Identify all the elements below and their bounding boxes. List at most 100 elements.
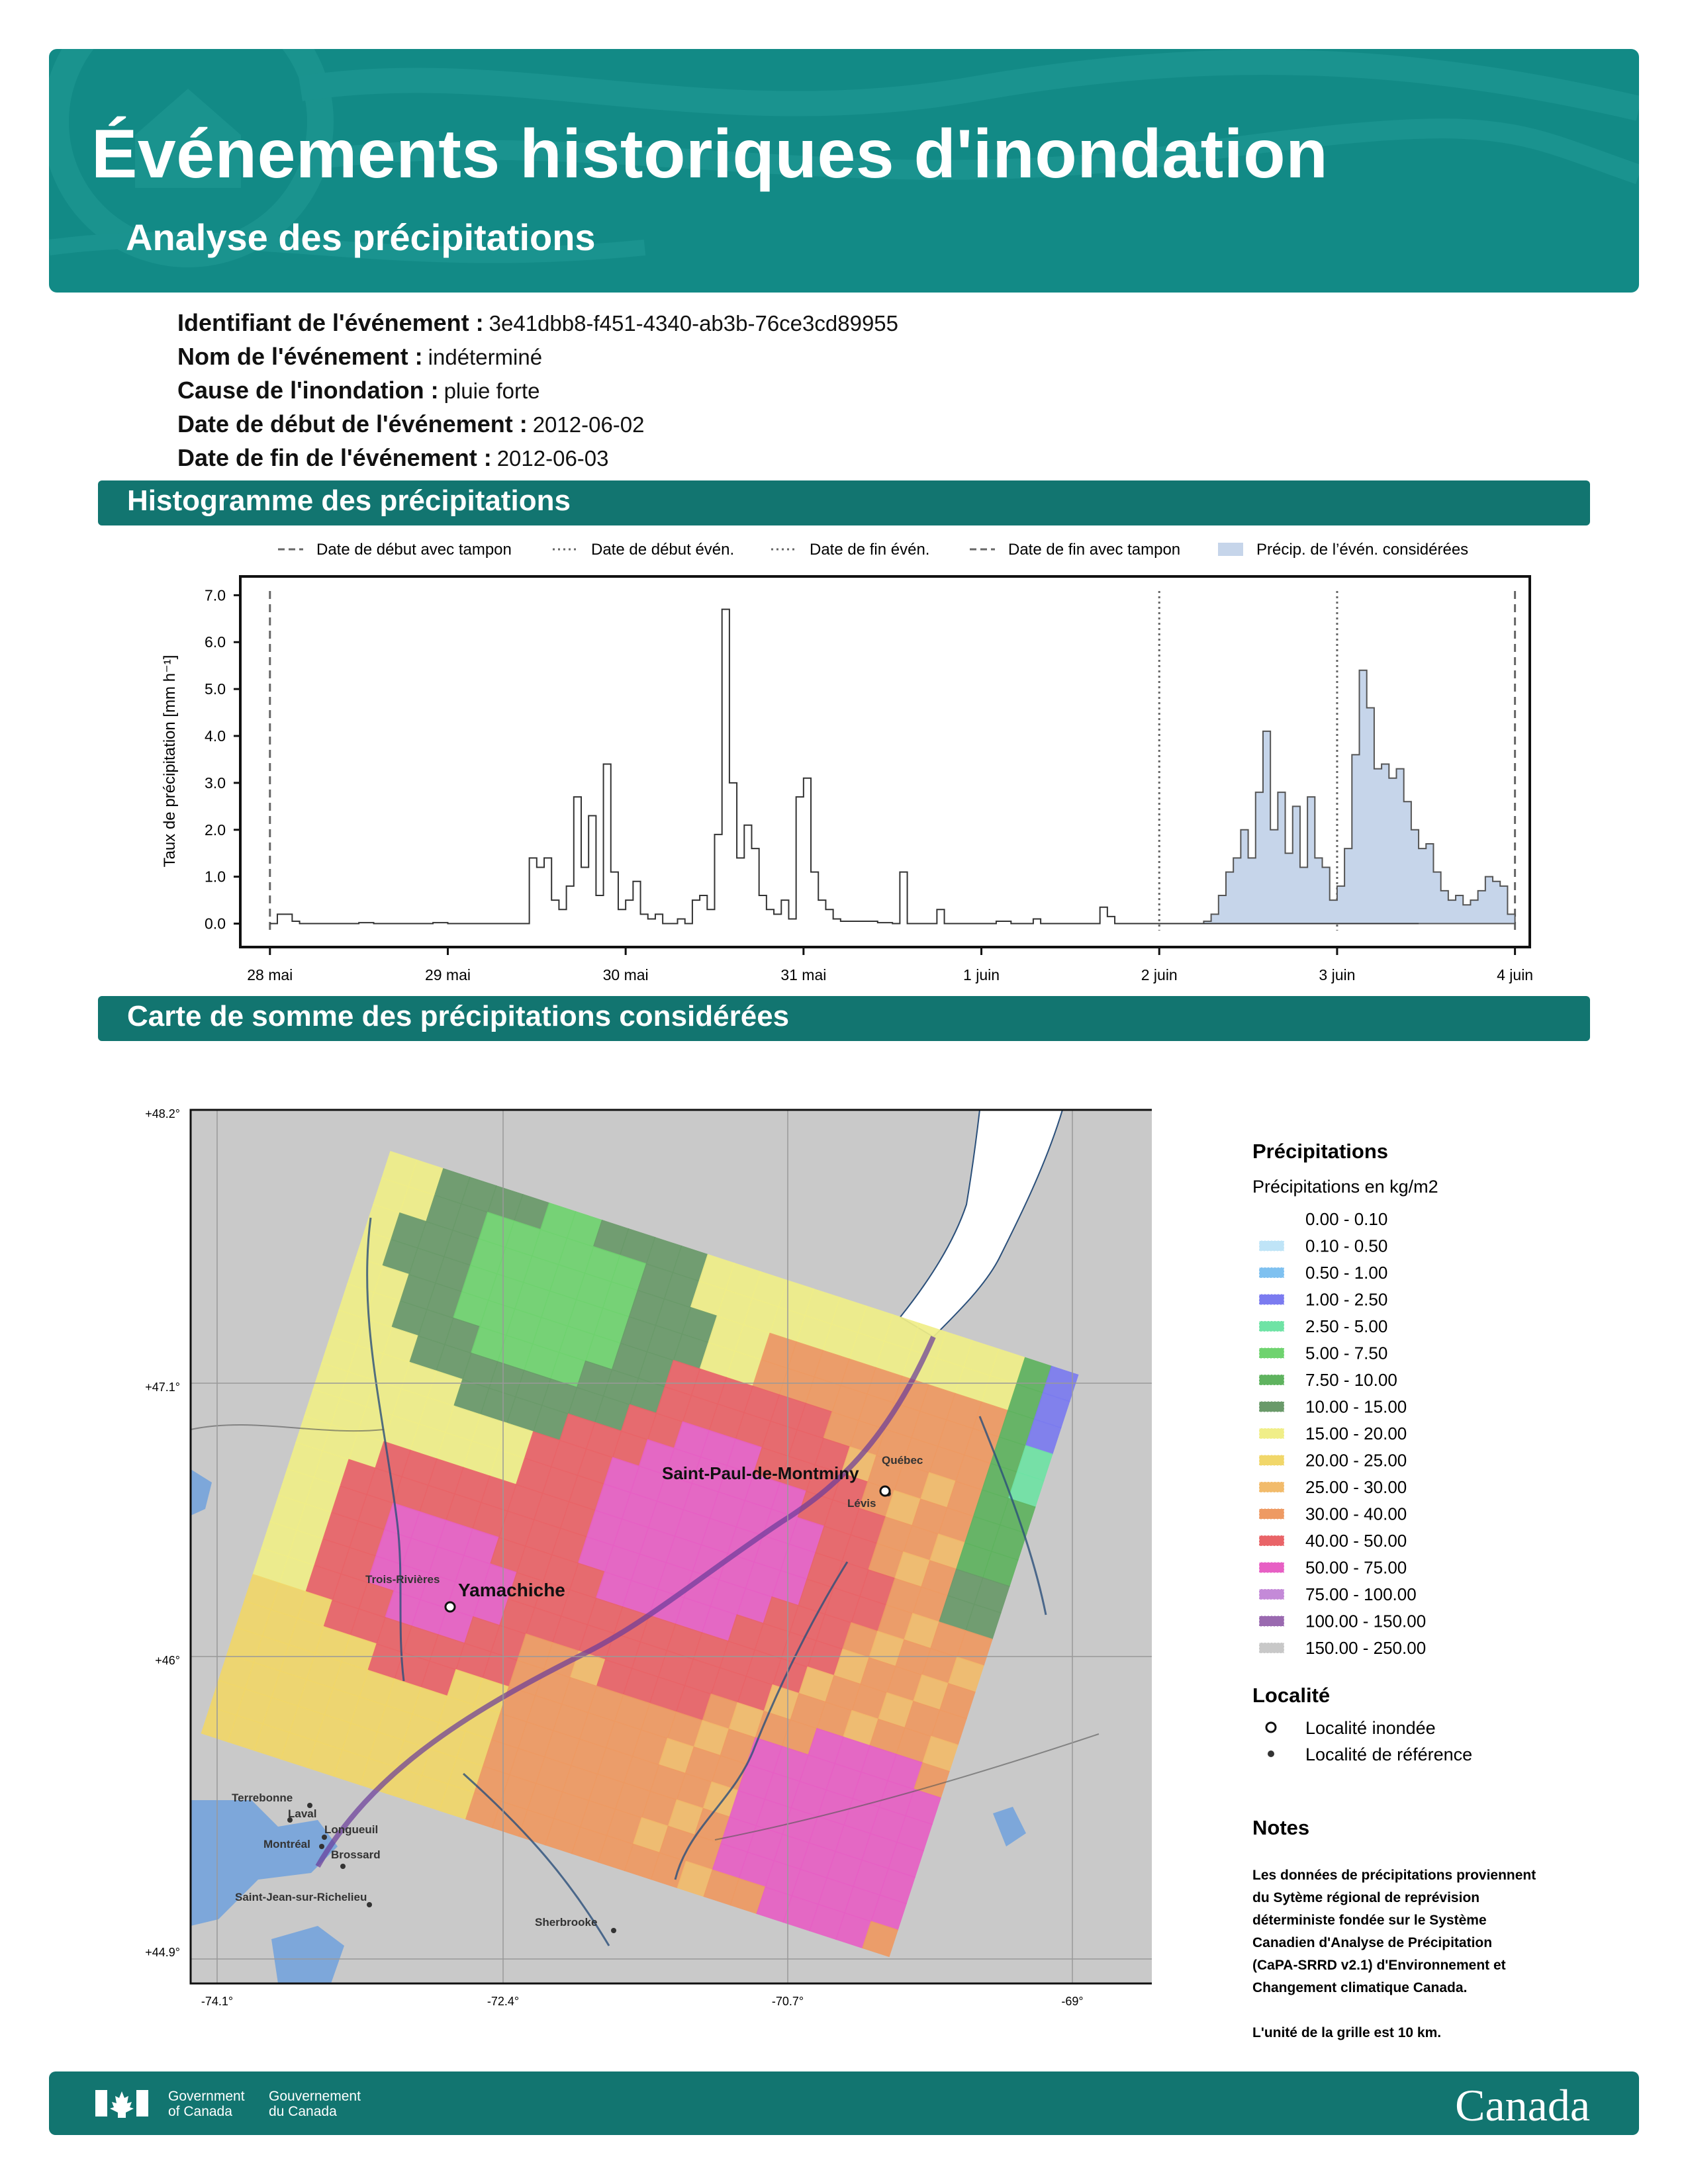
locality-flooded-label: Localité inondée	[1305, 1718, 1436, 1738]
legend-swatch	[1258, 1240, 1285, 1251]
legend-label: Date de fin avec tampon	[1008, 541, 1180, 559]
reference-marker	[319, 1844, 324, 1849]
reference-label: Sherbrooke	[535, 1916, 597, 1929]
canada-flag-icon	[95, 2090, 148, 2118]
event-start-row: Date de début de l'événement :2012-06-02	[177, 407, 898, 441]
gov-fr-line2: du Canada	[269, 2104, 337, 2119]
reference-marker	[367, 1902, 372, 1907]
lon-tick-label: -69°	[1061, 1995, 1083, 2008]
event-id-row: Identifiant de l'événement :3e41dbb8-f45…	[177, 306, 898, 340]
event-cause-value: pluie forte	[444, 379, 540, 403]
legend-label: Date de début avec tampon	[316, 541, 512, 559]
gov-fr: Gouvernement du Canada	[269, 2089, 361, 2119]
lon-tick-label: -72.4°	[487, 1995, 519, 2008]
legend-bin-label: 0.10 - 0.50	[1305, 1236, 1387, 1256]
legend-swatch	[1258, 1508, 1285, 1520]
legend-swatch	[1258, 1320, 1285, 1332]
x-tick-label: 29 mai	[425, 966, 471, 983]
legend-subtitle: Précipitations en kg/m2	[1252, 1177, 1438, 1197]
notes-line-4: Canadien d'Analyse de Précipitation	[1252, 1935, 1492, 1950]
precipitation-histogram: Date de début avec tampon Date de début é…	[161, 541, 1533, 983]
legend-bin-label: 20.00 - 25.00	[1305, 1451, 1407, 1471]
x-tick-label: 2 juin	[1141, 966, 1178, 983]
event-end-value: 2012-06-03	[496, 446, 609, 471]
histogram-x-axis: 28 mai 29 mai 30 mai 31 mai 1 juin 2 juin 3 ju…	[247, 947, 1533, 983]
map-section-title: Carte de somme des précipitations consid…	[127, 1000, 790, 1032]
legend-swatch	[1258, 1294, 1285, 1305]
footer: Government of Canada Gouvernement du Can…	[49, 2071, 1639, 2135]
canada-wordmark: Canada	[1455, 2080, 1590, 2130]
histogram-section-header: Histogramme des précipitations	[98, 480, 1590, 525]
legend-bin-label: 5.00 - 7.50	[1305, 1343, 1387, 1363]
y-tick-label: 0.0	[205, 915, 226, 933]
event-start-value: 2012-06-02	[532, 412, 645, 437]
histogram-y-axis: 0.0 1.0 2.0 3.0 4.0 5.0 6.0 7.0	[205, 586, 240, 933]
event-cause-row: Cause de l'inondation : pluie forte	[177, 373, 898, 407]
notes-line-3: déterministe fondée sur le Système	[1252, 1913, 1487, 1928]
notes-line-6: Changement climatique Canada.	[1252, 1980, 1467, 1995]
notes-grid-unit: L'unité de la grille est 10 km.	[1252, 2025, 1441, 2040]
legend-bin-label: 75.00 - 100.00	[1305, 1584, 1417, 1604]
gov-fr-line1: Gouvernement	[269, 2089, 361, 2104]
legend-swatch	[1258, 1588, 1285, 1600]
legend-bin-label: 15.00 - 20.00	[1305, 1424, 1407, 1443]
event-end-row: Date de fin de l'événement :2012-06-03	[177, 441, 898, 475]
reference-marker	[611, 1928, 616, 1933]
legend-title: Précipitations	[1252, 1140, 1388, 1163]
reference-label: Trois-Rivières	[365, 1573, 440, 1586]
legend-swatch	[1258, 1347, 1285, 1359]
header-banner: Événements historiques d'inondation Anal…	[49, 49, 1639, 293]
notes-line-5: (CaPA-SRRD v2.1) d'Environnement et	[1252, 1958, 1506, 1973]
reference-marker	[340, 1864, 346, 1869]
x-tick-label: 28 mai	[247, 966, 293, 983]
y-tick-label: 7.0	[205, 586, 226, 604]
lon-tick-label: -70.7°	[772, 1995, 804, 2008]
notes-block: Notes Les données de précipitations prov…	[1252, 1816, 1536, 2040]
legend-swatch	[1258, 1535, 1285, 1547]
gov-en: Government of Canada	[168, 2089, 245, 2119]
precip-legend: Précipitations Précipitations en kg/m2 0…	[1252, 1140, 1472, 1764]
y-tick-label: 1.0	[205, 868, 226, 886]
locality-legend-title: Localité	[1252, 1684, 1330, 1707]
legend-bin-label: 150.00 - 250.00	[1305, 1638, 1426, 1658]
lat-tick-label: +48.2°	[145, 1107, 180, 1120]
legend-swatch	[1258, 1642, 1285, 1654]
y-tick-label: 6.0	[205, 633, 226, 651]
histogram-legend: Date de début avec tampon Date de début é…	[278, 541, 1468, 559]
legend-swatch	[1258, 1428, 1285, 1439]
reference-label: Laval	[288, 1807, 316, 1820]
y-tick-label: 4.0	[205, 727, 226, 745]
lat-tick-label: +46°	[155, 1654, 180, 1667]
reference-label: Longueuil	[324, 1823, 378, 1836]
locality-reference-label: Localité de référence	[1305, 1745, 1472, 1764]
y-tick-label: 5.0	[205, 680, 226, 698]
legend-bin-label: 0.50 - 1.00	[1305, 1263, 1387, 1283]
event-name-value: indéterminé	[428, 345, 543, 369]
legend-label: Date de début évén.	[591, 541, 734, 559]
histogram-section-title: Histogramme des précipitations	[127, 484, 571, 517]
notes-title: Notes	[1252, 1816, 1309, 1839]
histogram-y-label: Taux de précipitation [mm h⁻¹]	[161, 655, 179, 868]
x-tick-label: 1 juin	[963, 966, 1000, 983]
x-tick-label: 31 mai	[780, 966, 826, 983]
lat-tick-label: +47.1°	[145, 1381, 180, 1394]
legend-bin-label: 40.00 - 50.00	[1305, 1531, 1407, 1551]
legend-label: Date de fin évén.	[810, 541, 929, 559]
reference-marker-icon	[1268, 1751, 1274, 1757]
legend-bin-label: 10.00 - 15.00	[1305, 1397, 1407, 1417]
legend-bin-label: 2.50 - 5.00	[1305, 1316, 1387, 1336]
flooded-marker	[444, 1601, 456, 1613]
event-name-row: Nom de l'événement : indéterminé	[177, 340, 898, 373]
x-tick-label: 4 juin	[1497, 966, 1533, 983]
legend-swatch	[1258, 1481, 1285, 1493]
lon-tick-label: -74.1°	[201, 1995, 233, 2008]
event-cause-label: Cause de l'inondation :	[177, 377, 439, 404]
flooded-marker-icon	[1265, 1721, 1277, 1733]
legend-swatch	[1258, 1562, 1285, 1573]
locality-label: Yamachiche	[458, 1580, 565, 1600]
flooded-marker	[879, 1485, 891, 1497]
legend-swatch	[1258, 1374, 1285, 1386]
event-id-value: 3e41dbb8-f451-4340-ab3b-76ce3cd89955	[489, 311, 899, 336]
legend-swatch	[1258, 1267, 1285, 1279]
x-tick-label: 3 juin	[1319, 966, 1355, 983]
